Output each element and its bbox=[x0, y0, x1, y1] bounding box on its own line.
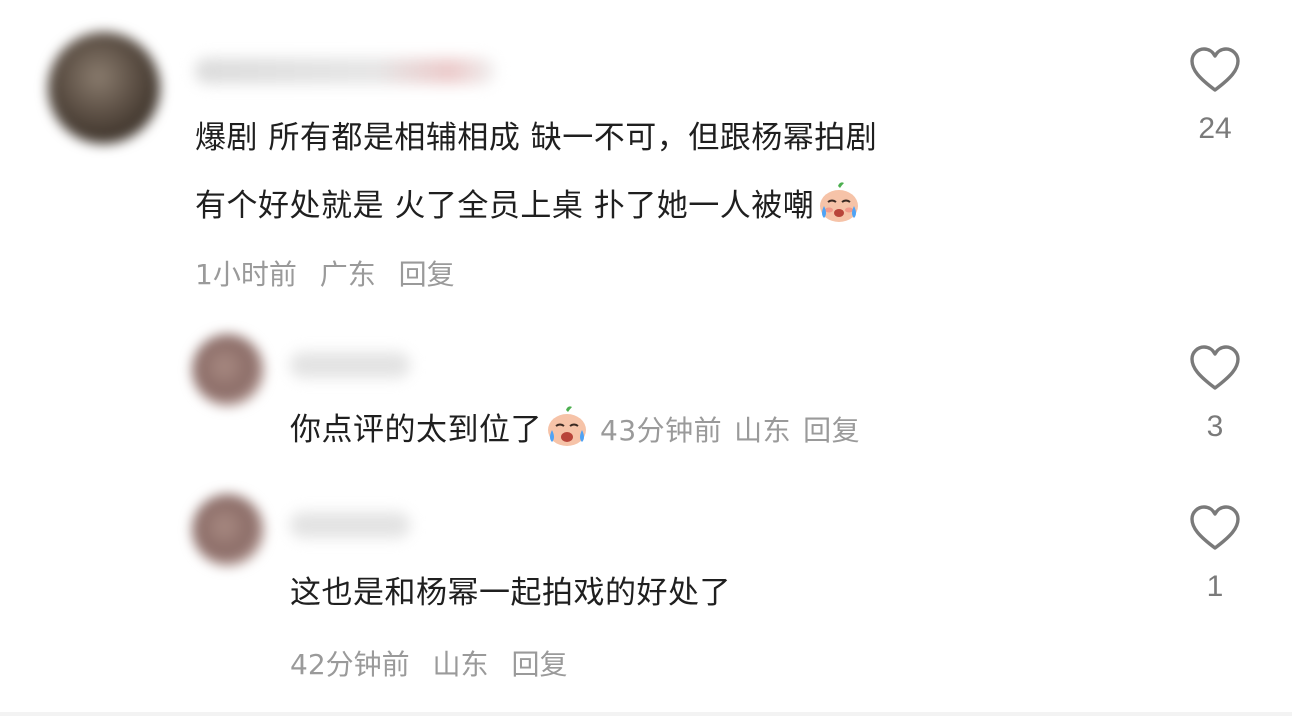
commenter-avatar[interactable] bbox=[48, 32, 160, 144]
like-button[interactable]: 24 bbox=[1185, 46, 1245, 146]
heart-outline-icon bbox=[1190, 505, 1240, 550]
reply-name-blurred[interactable] bbox=[290, 352, 410, 378]
like-button[interactable]: 1 bbox=[1185, 504, 1245, 604]
commenter-name-blurred[interactable] bbox=[195, 58, 495, 84]
comment-text-line-1: 爆剧 所有都是相辅相成 缺一不可，但跟杨幂拍剧 bbox=[195, 120, 878, 156]
reply-time: 42分钟前 bbox=[290, 648, 410, 681]
reply-text-wrap: 你点评的太到位了 43分钟前 山东 回复 bbox=[290, 400, 872, 461]
reply-avatar[interactable] bbox=[192, 494, 264, 566]
reply-time: 43分钟前 bbox=[600, 414, 723, 447]
heart-outline-icon bbox=[1190, 345, 1240, 390]
reply-location: 山东 bbox=[734, 414, 792, 447]
comment-text-line-2: 有个好处就是 火了全员上桌 扑了她一人被嘲 bbox=[195, 188, 815, 224]
comment-text-line-2-wrap: 有个好处就是 火了全员上桌 扑了她一人被嘲 bbox=[195, 176, 862, 236]
like-count: 3 bbox=[1206, 410, 1224, 443]
reply-button[interactable]: 回复 bbox=[399, 258, 455, 291]
reply-text: 你点评的太到位了 bbox=[290, 412, 542, 448]
reply-button[interactable]: 回复 bbox=[511, 648, 567, 681]
divider bbox=[0, 712, 1292, 716]
reply-location: 山东 bbox=[432, 648, 489, 681]
reply-avatar[interactable] bbox=[192, 334, 264, 406]
crying-face-emoji-icon bbox=[548, 406, 586, 446]
reply-text: 这也是和杨幂一起拍戏的好处了 bbox=[290, 575, 731, 611]
comment-location: 广东 bbox=[319, 258, 376, 291]
like-count: 1 bbox=[1206, 570, 1224, 603]
like-count: 24 bbox=[1198, 112, 1232, 145]
comment-section: 爆剧 所有都是相辅相成 缺一不可，但跟杨幂拍剧 有个好处就是 火了全员上桌 扑了… bbox=[0, 0, 1292, 716]
comment-time: 1小时前 bbox=[195, 258, 297, 291]
reply-button[interactable]: 回复 bbox=[803, 414, 860, 447]
like-button[interactable]: 3 bbox=[1185, 344, 1245, 444]
reply-name-blurred[interactable] bbox=[290, 512, 410, 538]
reply-meta: 42分钟前 山东 回复 bbox=[290, 643, 581, 683]
comment-meta: 1小时前 广东 回复 bbox=[195, 253, 469, 293]
heart-outline-icon bbox=[1190, 47, 1240, 92]
reply-meta: 43分钟前 山东 回复 bbox=[600, 414, 872, 447]
crying-face-emoji-icon bbox=[820, 182, 859, 222]
